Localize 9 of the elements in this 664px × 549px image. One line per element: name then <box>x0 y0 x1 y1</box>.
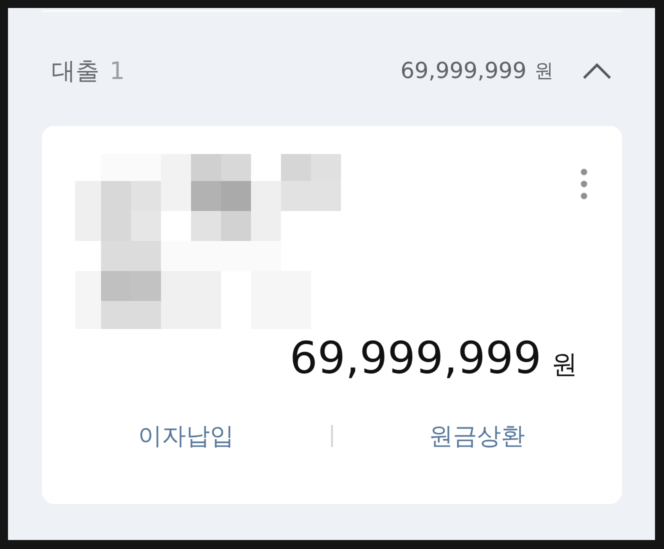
action-button[interactable]: 이자납입 <box>42 414 330 458</box>
loan-amount: 69,999,999 <box>290 333 542 384</box>
collapse-button[interactable] <box>582 62 612 80</box>
currency-unit: 원 <box>534 59 554 84</box>
currency-unit: 원 <box>552 349 578 382</box>
loan-count: 1 <box>110 57 125 85</box>
action-button[interactable]: 원금상환 <box>332 414 622 458</box>
section-title: 대출 <box>52 56 100 87</box>
total-amount: 69,999,999 <box>400 58 526 84</box>
